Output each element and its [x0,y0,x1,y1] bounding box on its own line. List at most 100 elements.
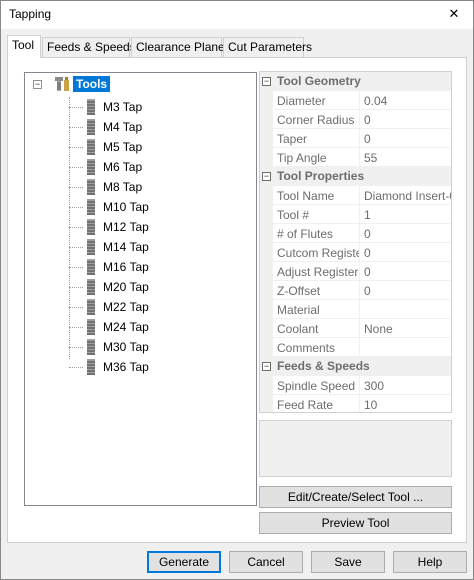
tree-item-m24-tap[interactable]: M24 Tap [69,317,239,337]
property-row-coolant[interactable]: Coolant None [260,319,451,338]
tree-item-m14-tap[interactable]: M14 Tap [69,237,239,257]
category-tool-geometry[interactable]: − Tool Geometry [260,72,451,91]
tap-icon [83,199,99,218]
tree-item-m5-tap[interactable]: M5 Tap [69,137,239,157]
property-row-tip-angle[interactable]: Tip Angle 55 [260,148,451,167]
tree-item-m12-tap[interactable]: M12 Tap [69,217,239,237]
tree-root-label[interactable]: Tools [73,76,111,92]
property-row-material[interactable]: Material [260,300,451,319]
property-value[interactable]: None [360,319,451,338]
property-row-tool-name[interactable]: Tool Name Diamond Insert-0 [260,186,451,205]
tab-cut-parameters[interactable]: Cut Parameters [223,37,312,57]
tab-clearance-plane[interactable]: Clearance Plane [131,37,225,57]
property-description-box [259,420,452,477]
property-value[interactable]: 0 [360,281,451,300]
generate-button[interactable]: Generate [147,551,221,573]
tree-item-label: M3 Tap [103,100,143,114]
property-grid[interactable]: − Tool Geometry Diameter 0.04 Corner Rad… [259,71,452,413]
property-name: Comments [273,338,360,357]
property-row-z-offset[interactable]: Z-Offset 0 [260,281,451,300]
property-value[interactable]: 0 [360,262,451,281]
category-feeds-speeds[interactable]: − Feeds & Speeds [260,357,451,376]
category-tool-properties[interactable]: − Tool Properties [260,167,451,186]
property-row-taper[interactable]: Taper 0 [260,129,451,148]
property-value[interactable]: 55 [360,148,451,167]
property-value[interactable]: 1 [360,205,451,224]
collapse-icon[interactable]: − [262,362,271,371]
property-value[interactable] [360,338,451,357]
close-button[interactable]: ✕ [435,1,473,29]
property-value[interactable] [360,300,451,319]
tap-icon [83,259,99,278]
property-row-tool-number[interactable]: Tool # 1 [260,205,451,224]
property-value[interactable]: 0 [360,110,451,129]
property-name: Tool Name [273,186,360,205]
tap-icon [83,219,99,238]
property-row-corner-radius[interactable]: Corner Radius 0 [260,110,451,129]
tree-item-label: M30 Tap [103,340,149,354]
tab-tool[interactable]: Tool [7,35,41,58]
property-name: # of Flutes [273,224,360,243]
property-row-flutes[interactable]: # of Flutes 0 [260,224,451,243]
tap-icon [83,359,99,378]
property-value[interactable]: 0.04 [360,91,451,110]
tree-item-label: M10 Tap [103,200,149,214]
help-button[interactable]: Help [393,551,467,573]
property-name: Material [273,300,360,319]
tree-item-label: M4 Tap [103,120,143,134]
tree-item-label: M24 Tap [103,320,149,334]
tree-item-m30-tap[interactable]: M30 Tap [69,337,239,357]
property-value[interactable]: 0 [360,224,451,243]
tab-feeds-speeds[interactable]: Feeds & Speeds [42,37,136,57]
tree-item-m22-tap[interactable]: M22 Tap [69,297,239,317]
tree-item-label: M16 Tap [103,260,149,274]
property-name: Taper [273,129,360,148]
property-name: Tip Angle [273,148,360,167]
tree-item-m10-tap[interactable]: M10 Tap [69,197,239,217]
property-value[interactable]: 0 [360,243,451,262]
tap-icon [83,99,99,118]
category-label: Tool Properties [277,169,365,183]
title-bar: Tapping ✕ [1,1,473,29]
preview-tool-button[interactable]: Preview Tool [259,512,452,534]
tree-item-m6-tap[interactable]: M6 Tap [69,157,239,177]
category-label: Feeds & Speeds [277,359,370,373]
collapse-icon[interactable]: − [262,172,271,181]
tap-icon [83,299,99,318]
tree-item-label: M12 Tap [103,220,149,234]
tree-item-m4-tap[interactable]: M4 Tap [69,117,239,137]
property-value[interactable]: 0 [360,129,451,148]
tree-item-label: M14 Tap [103,240,149,254]
save-button[interactable]: Save [311,551,385,573]
tap-icon [83,139,99,158]
property-name: Corner Radius [273,110,360,129]
property-row-cutcom-register[interactable]: Cutcom Register 0 [260,243,451,262]
tool-library-icon [53,75,71,96]
property-row-comments[interactable]: Comments [260,338,451,357]
window-title: Tapping [9,7,52,21]
tree-item-label: M20 Tap [103,280,149,294]
property-row-spindle-speed[interactable]: Spindle Speed 300 [260,376,451,395]
property-row-adjust-register[interactable]: Adjust Register 0 [260,262,451,281]
edit-create-select-tool-button[interactable]: Edit/Create/Select Tool ... [259,486,452,508]
tree-item-m36-tap[interactable]: M36 Tap [69,357,239,377]
collapse-icon[interactable]: − [33,80,42,89]
property-name: Coolant [273,319,360,338]
collapse-icon[interactable]: − [262,77,271,86]
property-row-diameter[interactable]: Diameter 0.04 [260,91,451,110]
property-value[interactable]: 300 [360,376,451,395]
property-value[interactable]: 10 [360,395,451,412]
tree-item-label: M6 Tap [103,160,143,174]
property-row-feed-rate[interactable]: Feed Rate 10 [260,395,451,412]
tap-icon [83,179,99,198]
property-value[interactable]: Diamond Insert-0 [360,186,451,205]
tool-tree[interactable]: − Tools M3 Tap M4 Tap M5 Tap M6 Tap M8 T… [24,72,257,506]
cancel-button[interactable]: Cancel [229,551,303,573]
property-name: Tool # [273,205,360,224]
tree-item-label: M5 Tap [103,140,143,154]
tree-item-m16-tap[interactable]: M16 Tap [69,257,239,277]
tree-item-m20-tap[interactable]: M20 Tap [69,277,239,297]
property-name: Z-Offset [273,281,360,300]
tree-item-m8-tap[interactable]: M8 Tap [69,177,239,197]
tree-item-m3-tap[interactable]: M3 Tap [69,97,239,117]
